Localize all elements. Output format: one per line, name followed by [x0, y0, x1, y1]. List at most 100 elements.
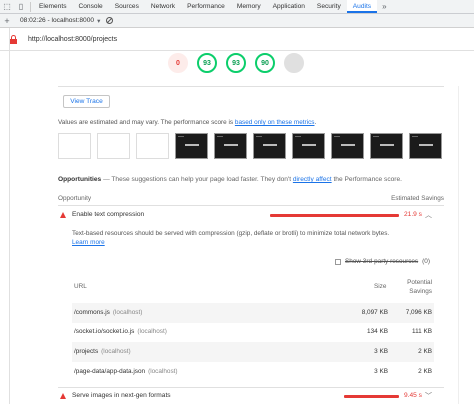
size-column-header: Size [374, 283, 387, 290]
tab-security[interactable]: Security [311, 0, 347, 13]
table-row: /socket.io/socket.io.js (localhost) 134 K… [72, 322, 434, 342]
table-row: /projects (localhost) 3 KB 2 KB [72, 342, 434, 362]
score-gauges: 0 93 93 90 [168, 53, 304, 73]
divider [58, 86, 444, 87]
filmstrip-frame [58, 133, 91, 159]
estimated-text: Values are estimated and may vary. The p… [58, 119, 235, 126]
savings-value: 9.45 s [404, 392, 422, 399]
filmstrip [58, 133, 442, 159]
opportunities-desc: These suggestions can help your page loa… [111, 176, 293, 183]
clear-icon[interactable] [106, 17, 114, 24]
opportunities-columns: Opportunity Estimated Savings [58, 195, 444, 202]
row-url[interactable]: /commons.js [74, 309, 110, 316]
estimated-end: . [314, 119, 317, 126]
row-host: (localhost) [148, 368, 178, 375]
chevron-down-icon[interactable]: ▾ [97, 17, 100, 25]
third-party-filter[interactable]: Show 3rd-party resources (0) [335, 258, 430, 265]
tab-sources[interactable]: Sources [109, 0, 145, 13]
fail-triangle-icon [60, 212, 66, 218]
potential-savings-column-header: Potential Savings [407, 279, 432, 295]
row-host: (localhost) [101, 348, 131, 355]
devtools-tabbar: ⬚ ▯ Elements Console Sources Network Per… [0, 0, 474, 14]
filmstrip-frame [214, 133, 247, 159]
row-url[interactable]: /projects [74, 348, 98, 355]
learn-more-link[interactable]: Learn more [72, 239, 105, 246]
third-party-checkbox[interactable] [335, 258, 341, 265]
divider [58, 205, 444, 206]
estimated-note: Values are estimated and may vary. The p… [58, 119, 316, 126]
tab-performance[interactable]: Performance [181, 0, 231, 13]
description-text: Text-based resources should be served wi… [72, 230, 390, 237]
row-savings: 111 KB [411, 328, 432, 335]
filmstrip-frame [370, 133, 403, 159]
savings-value: 21.9 s [404, 211, 422, 218]
tab-application[interactable]: Application [267, 0, 311, 13]
third-party-count: (0) [422, 258, 430, 265]
row-host: (localhost) [112, 309, 143, 316]
tab-audits[interactable]: Audits [346, 0, 378, 13]
opportunity-column-label: Opportunity [58, 195, 92, 202]
metrics-link[interactable]: based only on these metrics [235, 119, 315, 126]
audits-toolbar: + 08:02:26 - localhost:8000 ▾ [0, 14, 474, 28]
tab-memory[interactable]: Memory [231, 0, 267, 13]
opportunity-title: Enable text compression [72, 211, 145, 218]
divider [9, 28, 10, 404]
opportunities-dash: — [103, 176, 110, 183]
opportunities-desc-end: the Performance score. [331, 176, 402, 183]
filmstrip-frame [175, 133, 208, 159]
savings-column-label: Estimated Savings [391, 195, 444, 202]
pwa-score-gauge[interactable]: 93 [197, 53, 217, 73]
row-url[interactable]: /page-data/app-data.json [74, 368, 145, 375]
audit-report-selector[interactable]: 08:02:26 - localhost:8000 [20, 17, 94, 24]
row-size: 8,097 KB [361, 309, 388, 316]
filmstrip-frame [292, 133, 325, 159]
row-host: (localhost) [137, 328, 167, 335]
opportunity-title: Serve images in next-gen formats [72, 392, 171, 399]
performance-score-gauge[interactable]: 0 [168, 53, 188, 73]
fail-triangle-icon [60, 393, 66, 399]
url-column-header: URL [74, 283, 87, 290]
inspect-element-icon[interactable]: ⬚ [0, 0, 14, 13]
directly-affect-link[interactable]: directly affect [293, 176, 332, 183]
row-size: 3 KB [374, 368, 388, 375]
opportunities-title: Opportunities [58, 176, 102, 183]
chevron-down-icon[interactable]: ﹀ [425, 391, 432, 401]
table-header: URL Size Potential Savings [72, 278, 434, 300]
lighthouse-logo-icon [10, 35, 17, 44]
best-practices-score-gauge[interactable]: 90 [255, 53, 275, 73]
opportunity-text-compression[interactable]: Enable text compression 21.9 s ︿ [58, 210, 444, 222]
table-row: /page-data/app-data.json (localhost) 3 KB… [72, 362, 434, 382]
opportunities-header: Opportunities — These suggestions can he… [58, 176, 402, 183]
row-size: 134 KB [367, 328, 388, 335]
row-savings: 2 KB [418, 348, 432, 355]
divider [58, 387, 444, 388]
filmstrip-frame [97, 133, 130, 159]
savings-bar [270, 214, 399, 217]
accessibility-score-gauge[interactable]: 93 [226, 53, 246, 73]
device-toolbar-icon[interactable]: ▯ [14, 0, 28, 13]
tab-console[interactable]: Console [73, 0, 109, 13]
new-audit-button[interactable]: + [0, 16, 14, 26]
row-url[interactable]: /socket.io/socket.io.js [74, 328, 134, 335]
report-url: http://localhost:8000/projects [28, 36, 118, 43]
table-row: /commons.js (localhost) 8,097 KB 7,096 KB [72, 303, 434, 323]
filmstrip-frame [136, 133, 169, 159]
opportunity-description: Text-based resources should be served wi… [72, 229, 394, 247]
view-trace-button[interactable]: View Trace [63, 95, 110, 108]
third-party-label: Show 3rd-party resources [345, 258, 419, 265]
filmstrip-frame [253, 133, 286, 159]
tab-network[interactable]: Network [145, 0, 181, 13]
separator [30, 1, 31, 12]
seo-score-gauge[interactable] [284, 53, 304, 73]
more-tabs-icon[interactable]: » [377, 2, 391, 11]
opportunity-next-gen-images[interactable]: Serve images in next-gen formats 9.45 s … [58, 391, 444, 403]
filmstrip-frame [409, 133, 442, 159]
chevron-up-icon[interactable]: ︿ [425, 210, 432, 220]
row-size: 3 KB [374, 348, 388, 355]
divider [458, 86, 459, 404]
savings-bar [344, 395, 399, 398]
row-savings: 7,096 KB [405, 309, 432, 316]
tab-elements[interactable]: Elements [33, 0, 73, 13]
filmstrip-frame [331, 133, 364, 159]
report-url-bar: http://localhost:8000/projects [0, 29, 474, 51]
